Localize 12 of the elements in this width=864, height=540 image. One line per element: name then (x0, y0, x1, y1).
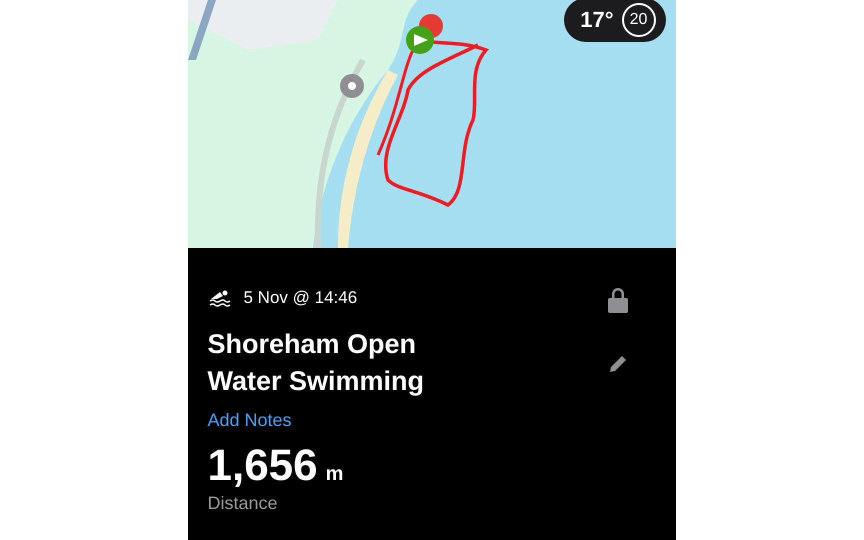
activity-date: 5 Nov @ 14:46 (244, 288, 358, 308)
pencil-icon[interactable] (608, 355, 626, 373)
distance-value: 1,656 (208, 441, 318, 491)
lock-icon[interactable] (608, 287, 628, 313)
distance-label: Distance (208, 493, 279, 514)
temperature: 17° (580, 7, 614, 33)
activity-title: Shoreham Open Water Swimming (208, 328, 426, 398)
add-notes-link[interactable]: Add Notes (208, 410, 656, 431)
distance-unit: m (326, 463, 344, 486)
weather-badge[interactable]: 17° 20 (564, 0, 666, 42)
wind-speed: 20 (622, 3, 656, 37)
swimmer-icon (208, 289, 232, 307)
